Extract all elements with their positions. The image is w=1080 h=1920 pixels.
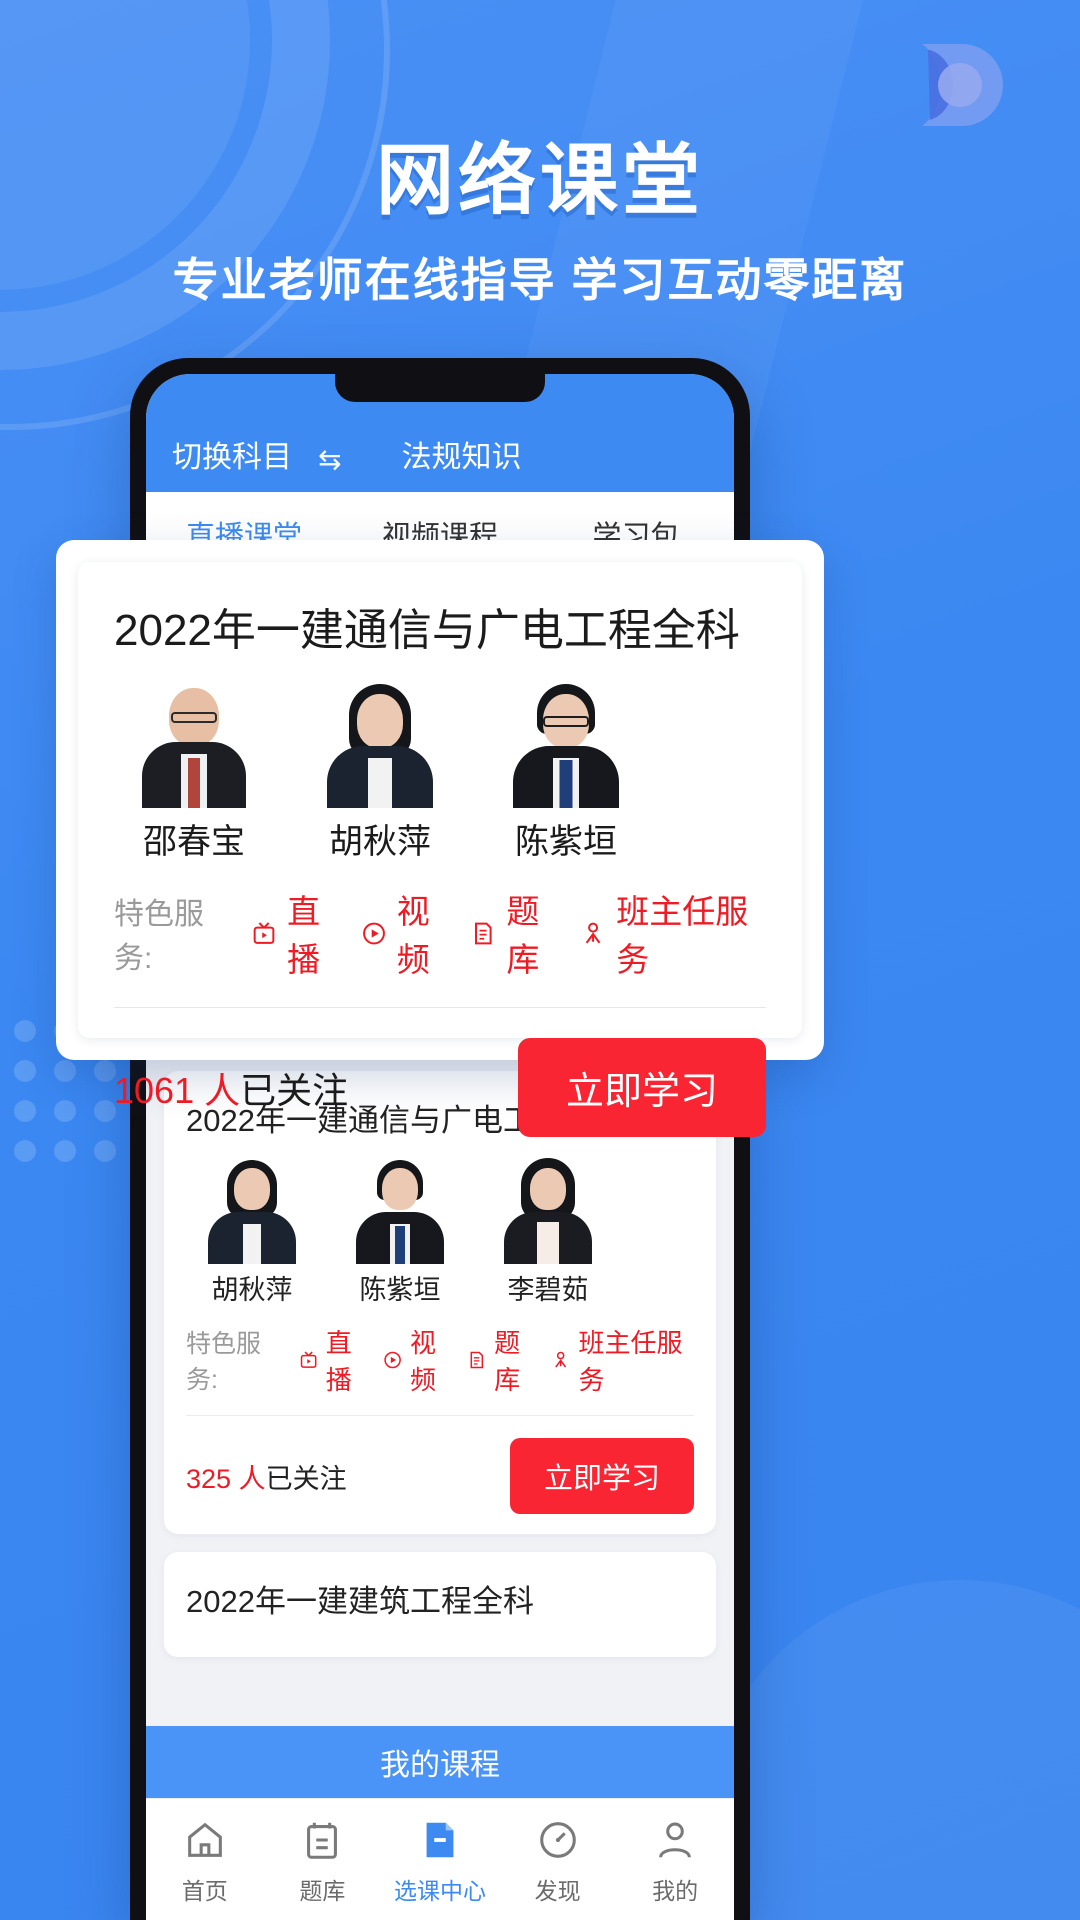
document-icon bbox=[475, 922, 492, 944]
course-title: 2022年一建通信与广电工程全科 bbox=[114, 606, 740, 655]
teacher-name: 胡秋萍 bbox=[329, 823, 431, 861]
teacher-item: 邵春宝 bbox=[124, 682, 264, 863]
service-label: 班主任服务 bbox=[578, 1328, 683, 1395]
teacher-avatar bbox=[493, 1156, 603, 1264]
highlighted-course-card[interactable]: 2022年一建通信与广电工程全科 邵春宝 胡秋萍 陈紫垣 特色服务: 直播 视频… bbox=[78, 562, 802, 1137]
feature-services-row: 特色服务: 直播 视频 bbox=[186, 1323, 694, 1397]
nav-label: 首页 bbox=[181, 1877, 228, 1904]
profile-icon bbox=[616, 1814, 734, 1866]
teacher-name: 李碧茹 bbox=[507, 1275, 589, 1305]
teacher-list: 邵春宝 胡秋萍 bbox=[114, 682, 766, 863]
card-divider bbox=[186, 1415, 694, 1416]
service-label: 视频 bbox=[396, 893, 430, 978]
followers-unit: 人 bbox=[204, 1069, 241, 1111]
highlight-overlay: 2022年一建通信与广电工程全科 邵春宝 胡秋萍 陈紫垣 特色服务: 直播 视频… bbox=[56, 540, 824, 1137]
study-now-button[interactable]: 立即学习 bbox=[509, 1438, 694, 1514]
service-label: 视频 bbox=[409, 1328, 436, 1395]
person-icon bbox=[585, 922, 601, 943]
followers-number: 325 bbox=[186, 1463, 232, 1494]
service-label: 班主任服务 bbox=[616, 893, 749, 978]
service-live[interactable]: 直播 bbox=[250, 885, 347, 981]
feature-services-label: 特色服务: bbox=[114, 898, 204, 975]
feature-services-row: 特色服务: 直播 视频 bbox=[114, 885, 766, 981]
service-video[interactable]: 视频 bbox=[360, 885, 457, 981]
followers-suffix: 已关注 bbox=[265, 1463, 347, 1494]
live-icon bbox=[253, 921, 275, 944]
nav-label: 我的 bbox=[652, 1877, 699, 1904]
card-footer: 325 人已关注 立即学习 bbox=[186, 1438, 694, 1514]
nav-label: 题库 bbox=[299, 1877, 346, 1904]
nav-item-question-bank[interactable]: 题库 bbox=[264, 1814, 382, 1906]
current-subject-label[interactable]: 法规知识 bbox=[401, 432, 521, 476]
service-question-bank[interactable]: 题库 bbox=[466, 1323, 540, 1397]
teacher-name: 陈紫垣 bbox=[359, 1275, 441, 1305]
teacher-avatar bbox=[314, 682, 446, 808]
video-play-icon bbox=[362, 922, 385, 944]
live-icon bbox=[300, 1351, 317, 1368]
teacher-avatar bbox=[500, 682, 632, 808]
service-class-teacher[interactable]: 班主任服务 bbox=[550, 1323, 694, 1397]
video-play-icon bbox=[384, 1351, 401, 1369]
feature-services-label: 特色服务: bbox=[186, 1330, 262, 1394]
teacher-item: 胡秋萍 bbox=[192, 1156, 312, 1307]
followers-number: 1061 bbox=[114, 1069, 195, 1111]
teacher-avatar bbox=[197, 1156, 307, 1264]
home-icon bbox=[146, 1814, 264, 1866]
teacher-name: 胡秋萍 bbox=[211, 1275, 293, 1305]
teacher-name: 邵春宝 bbox=[143, 823, 245, 861]
service-label: 题库 bbox=[494, 1328, 521, 1395]
card-divider bbox=[114, 1007, 766, 1008]
poster-headline: 网络课堂 bbox=[375, 136, 704, 224]
service-label: 题库 bbox=[506, 893, 540, 978]
nav-item-home[interactable]: 首页 bbox=[146, 1814, 264, 1906]
followers-count: 325 人已关注 bbox=[186, 1457, 347, 1496]
document-icon bbox=[470, 1351, 484, 1369]
teacher-item: 陈紫垣 bbox=[496, 682, 636, 863]
course-card[interactable]: 2022年一建通信与广电工程全科 胡秋萍 陈紫垣 李碧茹 特色服务: 直播 视频… bbox=[164, 1071, 716, 1534]
service-label: 直播 bbox=[287, 893, 321, 978]
teacher-name: 陈紫垣 bbox=[515, 823, 617, 861]
followers-unit: 人 bbox=[238, 1463, 266, 1494]
course-title: 2022年一建建筑工程全科 bbox=[186, 1584, 534, 1619]
poster-subheadline: 专业老师在线指导 学习互动零距离 bbox=[172, 254, 908, 306]
person-icon bbox=[555, 1351, 567, 1368]
nav-item-profile[interactable]: 我的 bbox=[616, 1814, 734, 1906]
question-bank-icon bbox=[264, 1814, 382, 1866]
teacher-item: 陈紫垣 bbox=[340, 1156, 460, 1307]
my-courses-bar[interactable]: 我的课程 bbox=[146, 1726, 734, 1798]
teacher-avatar bbox=[128, 682, 260, 808]
service-question-bank[interactable]: 题库 bbox=[469, 885, 566, 981]
service-class-teacher[interactable]: 班主任服务 bbox=[579, 885, 766, 981]
course-select-icon bbox=[381, 1814, 499, 1866]
teacher-list: 胡秋萍 陈紫垣 李碧茹 bbox=[186, 1156, 694, 1307]
nav-label: 发现 bbox=[534, 1877, 581, 1904]
nav-item-course-select[interactable]: 选课中心 bbox=[381, 1814, 499, 1906]
course-card[interactable]: 2022年一建建筑工程全科 bbox=[164, 1552, 716, 1657]
teacher-item: 胡秋萍 bbox=[310, 682, 450, 863]
teacher-avatar bbox=[345, 1156, 455, 1264]
card-footer: 1061 人已关注 立即学习 bbox=[114, 1038, 766, 1137]
bottom-navigation: 首页 题库 选课中心 发现 我的 bbox=[146, 1798, 734, 1920]
discover-icon bbox=[499, 1814, 617, 1866]
phone-notch bbox=[335, 374, 545, 402]
service-live[interactable]: 直播 bbox=[298, 1323, 372, 1397]
nav-label: 选课中心 bbox=[393, 1877, 486, 1904]
swap-icon[interactable]: ⇆ bbox=[318, 443, 341, 476]
study-now-button[interactable]: 立即学习 bbox=[517, 1038, 766, 1137]
service-video[interactable]: 视频 bbox=[382, 1323, 456, 1397]
followers-suffix: 已关注 bbox=[240, 1069, 349, 1111]
teacher-item: 李碧茹 bbox=[488, 1156, 608, 1307]
switch-subject-button[interactable]: 切换科目 bbox=[172, 432, 292, 476]
service-label: 直播 bbox=[325, 1328, 352, 1395]
followers-count: 1061 人已关注 bbox=[114, 1062, 348, 1114]
nav-item-discover[interactable]: 发现 bbox=[499, 1814, 617, 1906]
